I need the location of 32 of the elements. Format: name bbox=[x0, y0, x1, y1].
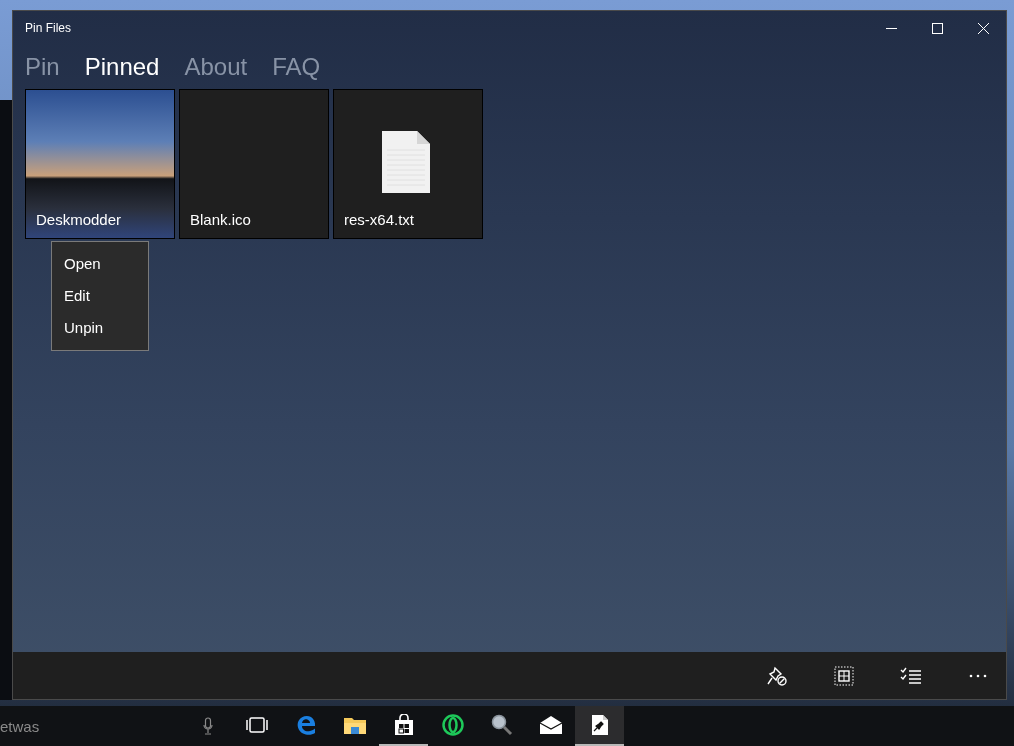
window-title: Pin Files bbox=[25, 20, 71, 37]
file-tile[interactable]: Blank.ico bbox=[179, 89, 329, 239]
task-view-icon bbox=[245, 717, 268, 733]
pivot-tab[interactable]: Pinned bbox=[84, 49, 160, 85]
tile-label: res-x64.txt bbox=[344, 212, 415, 227]
microphone-icon[interactable] bbox=[203, 717, 213, 735]
checklist-icon bbox=[900, 666, 922, 685]
minimize-icon bbox=[885, 27, 897, 29]
pivot-tab[interactable]: About bbox=[184, 49, 248, 85]
pivot-tab[interactable]: Pin bbox=[25, 49, 60, 85]
tile-label: Blank.ico bbox=[190, 212, 251, 227]
maximize-icon bbox=[931, 22, 943, 34]
tile-label: Deskmodder bbox=[36, 212, 122, 227]
close-icon bbox=[977, 22, 989, 34]
pinned-file-icon bbox=[590, 714, 609, 736]
taskbar-button[interactable] bbox=[575, 706, 624, 746]
file-tile[interactable]: res-x64.txt bbox=[333, 89, 483, 239]
shopping-bag-icon bbox=[392, 714, 415, 736]
magnifier-icon bbox=[489, 713, 514, 737]
grid-select-icon bbox=[834, 665, 854, 686]
envelope-icon bbox=[538, 715, 563, 735]
pivot-tab[interactable]: FAQ bbox=[272, 49, 321, 85]
file-tile[interactable]: Deskmodder bbox=[25, 89, 175, 239]
more-icon bbox=[969, 673, 987, 678]
ring-o-icon bbox=[441, 714, 464, 736]
text-document-icon bbox=[381, 130, 431, 194]
folder-icon bbox=[342, 715, 367, 735]
search-field[interactable]: etwas bbox=[0, 706, 190, 746]
menu-item[interactable]: Open bbox=[52, 248, 148, 280]
menu-item[interactable]: Unpin bbox=[52, 312, 148, 344]
pin-icon bbox=[766, 664, 788, 687]
menu-item[interactable]: Edit bbox=[52, 280, 148, 312]
